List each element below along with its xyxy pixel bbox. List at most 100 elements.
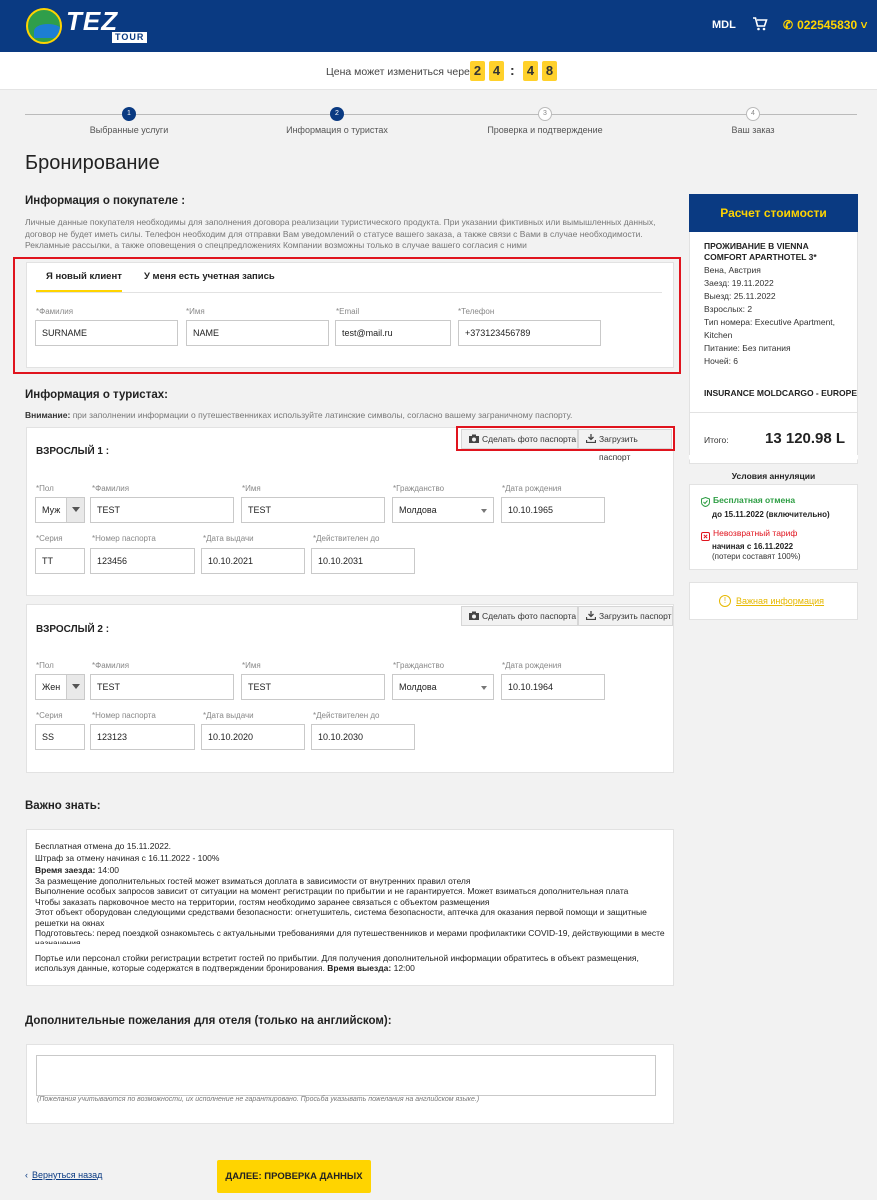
phone-number: 022545830: [797, 18, 858, 32]
download-icon: [586, 434, 596, 443]
important-section-title: Важно знать:: [25, 800, 101, 812]
timer-separator: :: [510, 62, 515, 78]
tab-existing-account[interactable]: У меня есть учетная запись: [144, 271, 275, 282]
download-icon: [586, 611, 596, 620]
step-3-label: Проверка и подтверждение: [487, 125, 603, 135]
checkout-label: Время выезда:: [327, 963, 392, 974]
citizenship-select[interactable]: Молдова: [392, 497, 494, 523]
passport-series-input[interactable]: TT: [35, 548, 85, 574]
step-2-label: Информация о туристах: [286, 125, 388, 135]
upload-passport-button[interactable]: Загрузить паспорт: [578, 606, 673, 626]
cart-icon[interactable]: [752, 16, 768, 34]
take-passport-photo-button[interactable]: Сделать фото паспорта: [461, 606, 578, 626]
logo-subtext: TOUR: [112, 32, 148, 43]
tourist-1-title: ВЗРОСЛЫЙ 1 :: [36, 446, 110, 457]
checkin-value: 14:00: [97, 865, 119, 875]
chevron-down-icon: [481, 509, 487, 513]
chevron-down-icon: [66, 498, 84, 522]
currency-selector[interactable]: MDL: [712, 19, 736, 31]
tourist-name-input[interactable]: TEST: [241, 674, 385, 700]
chevron-down-icon: [481, 686, 487, 690]
camera-icon: [469, 434, 479, 443]
phone-label: *Телефон: [458, 307, 495, 316]
tab-new-client[interactable]: Я новый клиент: [46, 271, 122, 282]
issue-date-input[interactable]: 10.10.2021: [201, 548, 305, 574]
tourist-surname-input[interactable]: TEST: [90, 674, 234, 700]
timer-digit: 2: [470, 61, 485, 81]
buyer-name-input[interactable]: NAME: [186, 320, 329, 346]
important-info-link[interactable]: Важная информация: [736, 596, 824, 606]
cancellation-title: Условия аннуляции: [731, 471, 816, 481]
nonrefund-icon: [701, 528, 710, 541]
total-label: Итого:: [704, 435, 729, 445]
name-label: *Имя: [242, 484, 261, 493]
note-bold: Внимание:: [25, 410, 71, 420]
button-label: Сделать фото паспорта: [482, 434, 577, 444]
room-type: Тип номера: Executive Apartment, Kitchen: [704, 317, 836, 341]
valid-until-label: *Действителен до: [313, 534, 380, 543]
step-4-dot: 4: [746, 107, 760, 121]
gender-value: Муж: [42, 505, 61, 515]
free-cancellation-date: до 15.11.2022 (включительно): [712, 510, 830, 519]
back-link[interactable]: ‹ Вернуться назад: [25, 1170, 102, 1180]
hotel-wishes-textarea[interactable]: [36, 1055, 656, 1096]
birthdate-input[interactable]: 10.10.1965: [501, 497, 605, 523]
phone-dropdown[interactable]: ✆ 022545830 ˅: [783, 18, 867, 32]
surname-label: *Фамилия: [36, 307, 74, 316]
buyer-description: Личные данные покупателя необходимы для …: [25, 217, 656, 250]
passport-number-input[interactable]: 123123: [90, 724, 195, 750]
globe-icon: [26, 8, 62, 44]
timer-digit: 4: [523, 61, 538, 81]
email-label: *Email: [336, 307, 360, 316]
citizenship-label: *Гражданство: [393, 661, 445, 670]
back-link-label: Вернуться назад: [32, 1170, 103, 1180]
buyer-email-input[interactable]: test@mail.ru: [335, 320, 451, 346]
phone-icon: ✆: [783, 18, 794, 32]
shield-check-icon: [701, 494, 710, 508]
take-passport-photo-button[interactable]: Сделать фото паспорта: [461, 429, 578, 449]
nonrefund-loss: (потери составят 100%): [712, 552, 801, 561]
tez-tour-logo[interactable]: TEZ TOUR: [26, 8, 148, 44]
name-label: *Имя: [242, 661, 261, 670]
valid-until-label: *Действителен до: [313, 711, 380, 720]
gender-select[interactable]: Муж: [35, 497, 85, 523]
tourist-surname-input[interactable]: TEST: [90, 497, 234, 523]
next-check-data-button[interactable]: ДАЛЕЕ: ПРОВЕРКА ДАННЫХ: [217, 1160, 371, 1193]
buyer-surname-input[interactable]: SURNAME: [35, 320, 178, 346]
receipt-edge: [689, 455, 858, 463]
step-3-dot: 3: [538, 107, 552, 121]
checkout-value: 12:00: [393, 963, 415, 974]
tourists-note: Внимание: при заполнении информации о пу…: [25, 410, 675, 422]
timer-label: Цена может измениться через: [326, 66, 475, 78]
divider: [689, 412, 858, 413]
birthdate-input[interactable]: 10.10.1964: [501, 674, 605, 700]
upload-passport-button[interactable]: Загрузить паспорт: [578, 429, 672, 462]
nonrefund-label: Невозвратный тариф: [713, 528, 798, 538]
buyer-phone-input[interactable]: +373123456789: [458, 320, 601, 346]
chevron-down-icon: [66, 675, 84, 699]
penalty-line: Штраф за отмену начиная с 16.11.2022 - 1…: [35, 853, 220, 863]
wishes-hint: (Пожелания учитываются по возможности, и…: [37, 1096, 480, 1103]
passport-series-input[interactable]: SS: [35, 724, 85, 750]
valid-until-input[interactable]: 10.10.2030: [311, 724, 415, 750]
nights-count: Ночей: 6: [704, 356, 739, 366]
checkout-date: Выезд: 25.11.2022: [704, 291, 776, 301]
gender-value: Жен: [42, 682, 61, 692]
page-title: Бронирование: [25, 152, 160, 174]
gender-select[interactable]: Жен: [35, 674, 85, 700]
valid-until-input[interactable]: 10.10.2031: [311, 548, 415, 574]
passport-number-input[interactable]: 123456: [90, 548, 195, 574]
checkin-date: Заезд: 19.11.2022: [704, 278, 774, 288]
name-label: *Имя: [186, 307, 205, 316]
issue-date-input[interactable]: 10.10.2020: [201, 724, 305, 750]
gender-label: *Пол: [36, 661, 54, 670]
series-label: *Серия: [36, 711, 63, 720]
citizenship-select[interactable]: Молдова: [392, 674, 494, 700]
step-4-label: Ваш заказ: [731, 125, 775, 135]
reception-text: Портье или персонал стойки регистрации в…: [35, 953, 665, 974]
progress-steps-line: [25, 114, 857, 115]
adults-count: Взрослых: 2: [704, 304, 753, 314]
button-label: Загрузить паспорт: [599, 611, 672, 621]
insurance-name: INSURANCE MOLDCARGO - EUROPE: [704, 388, 858, 398]
tourist-name-input[interactable]: TEST: [241, 497, 385, 523]
